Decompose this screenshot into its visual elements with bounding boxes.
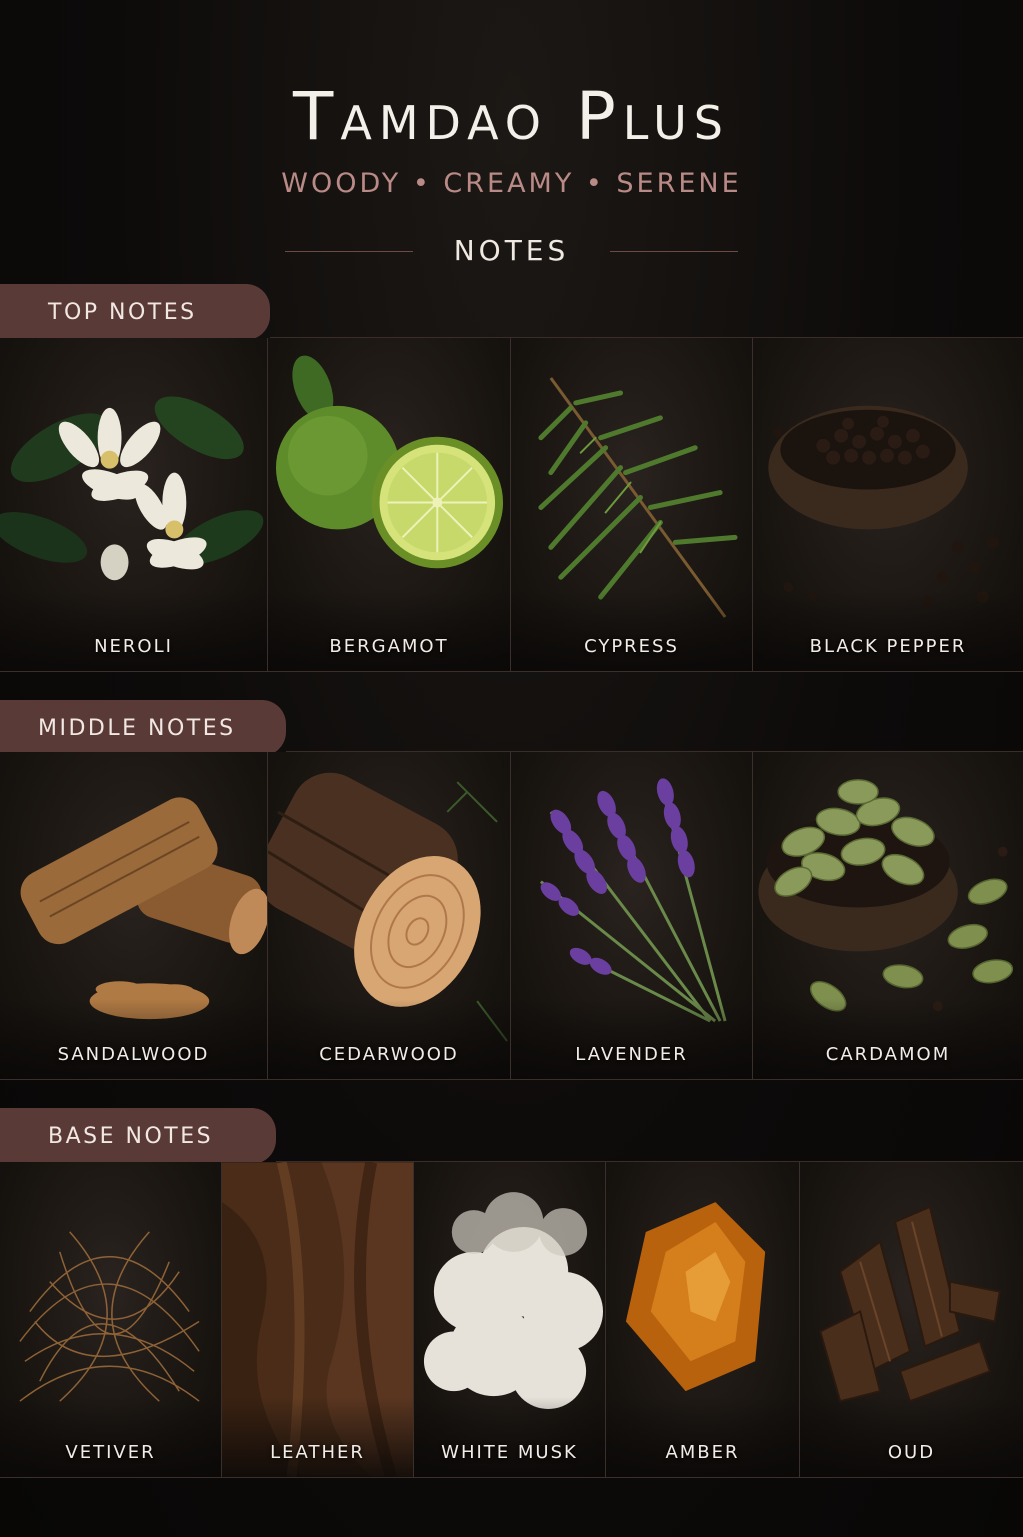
middle-notes-tab: MIDDLE NOTES [0,700,286,756]
note-card-cardamom: CARDAMOM [753,752,1023,1080]
notes-heading: NOTES [453,234,570,267]
label-gradient [222,1397,413,1477]
label-gradient [511,999,752,1079]
label-gradient [0,1397,221,1477]
note-label: CEDARWOOD [319,1044,459,1065]
note-label: CARDAMOM [825,1044,951,1065]
label-gradient [0,591,267,671]
label-gradient [753,999,1023,1079]
note-card-white-musk: WHITE MUSK [414,1162,606,1478]
note-label: AMBER [665,1442,740,1463]
note-card-leather: LEATHER [222,1162,414,1478]
divider-right [610,251,738,252]
note-card-neroli: NEROLI [0,338,268,672]
base-notes-row: VETIVER LEATHER WHITE MUSK AMBER OUD [0,1162,1023,1478]
top-notes-row: NEROLI BERGAMOT CYPRESS BLACK PEPPER [0,338,1023,672]
note-card-cedarwood: CEDARWOOD [268,752,511,1080]
note-label: WHITE MUSK [441,1442,578,1463]
note-card-bergamot: BERGAMOT [268,338,511,672]
note-label: OUD [887,1442,936,1463]
note-label: NEROLI [94,636,173,657]
note-card-oud: OUD [800,1162,1023,1478]
label-gradient [753,591,1023,671]
middle-notes-row: SANDALWOOD CEDARWOOD LAVENDER CARDAMOM [0,752,1023,1080]
label-gradient [268,591,510,671]
note-label: CYPRESS [584,636,679,657]
note-label: VETIVER [65,1442,156,1463]
label-gradient [414,1397,605,1477]
top-notes-tab: TOP NOTES [0,284,270,340]
label-gradient [268,999,510,1079]
note-label: SANDALWOOD [57,1044,210,1065]
note-label: LAVENDER [575,1044,688,1065]
note-card-lavender: LAVENDER [511,752,753,1080]
label-gradient [0,999,267,1079]
note-card-sandalwood: SANDALWOOD [0,752,268,1080]
note-card-cypress: CYPRESS [511,338,753,672]
page-title: Tamdao Plus [293,78,730,155]
note-card-amber: AMBER [606,1162,800,1478]
base-notes-tab: BASE NOTES [0,1108,276,1164]
label-gradient [800,1397,1023,1477]
note-label: LEATHER [270,1442,365,1463]
note-label: BERGAMOT [329,636,449,657]
tagline: WOODY • CREAMY • SERENE [281,168,742,199]
note-label: BLACK PEPPER [809,636,967,657]
note-card-vetiver: VETIVER [0,1162,222,1478]
label-gradient [511,591,752,671]
note-card-black-pepper: BLACK PEPPER [753,338,1023,672]
label-gradient [606,1397,799,1477]
